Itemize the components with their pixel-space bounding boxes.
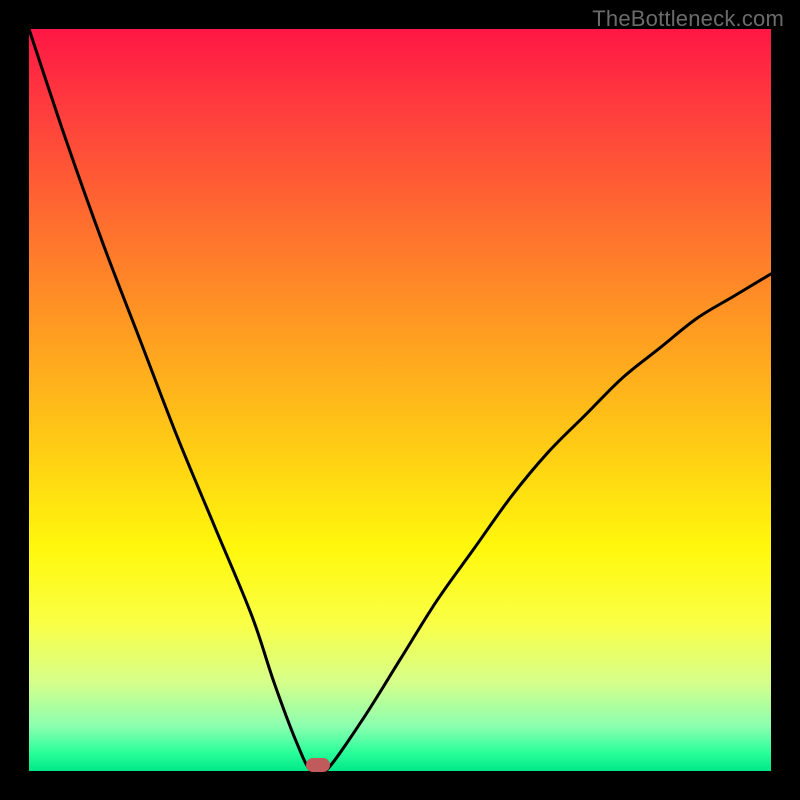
plot-area [29,29,771,771]
bottleneck-curve [29,29,771,771]
optimal-point-marker [306,758,330,772]
chart-frame: TheBottleneck.com [0,0,800,800]
